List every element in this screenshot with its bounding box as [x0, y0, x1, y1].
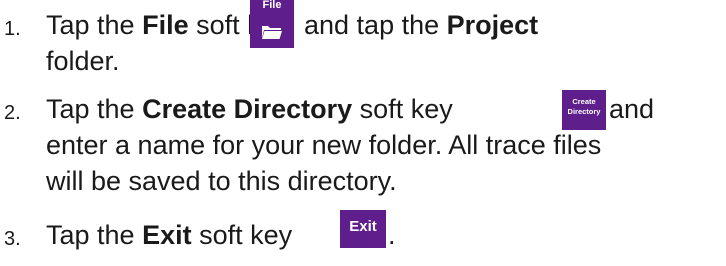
- exit-keyword: Exit: [142, 220, 192, 250]
- step-text-line2: enter a name for your new folder. All tr…: [46, 130, 602, 160]
- step-number: 2.: [4, 102, 21, 124]
- create-directory-softkey[interactable]: Create Directory: [562, 90, 606, 130]
- step-1: 1. Tap the File soft key and tap the Pro…: [0, 0, 726, 80]
- create-directory-keyword: Create Directory: [142, 94, 353, 124]
- file-softkey-label: File: [262, 0, 282, 11]
- step-text-continued: .: [388, 220, 396, 250]
- project-keyword: Project: [446, 10, 539, 40]
- step-text-continued: and tap the Project: [304, 10, 539, 40]
- step-text: Tap the Exit soft key: [46, 220, 293, 250]
- step-2: 2. Tap the Create Directory soft key and…: [0, 88, 726, 198]
- folder-icon: [262, 26, 282, 39]
- step-number: 1.: [4, 18, 21, 40]
- create-directory-softkey-label-line1: Create: [572, 97, 596, 106]
- step-number: 3.: [4, 228, 21, 250]
- step-text-line2: folder.: [46, 46, 120, 76]
- file-keyword: File: [142, 10, 189, 40]
- step-text-line3: will be saved to this directory.: [46, 166, 397, 196]
- file-softkey[interactable]: File: [250, 0, 294, 48]
- exit-softkey[interactable]: Exit: [340, 210, 386, 248]
- step-text: Tap the Create Directory soft key: [46, 94, 453, 124]
- create-directory-softkey-label-line2: Directory: [567, 107, 601, 116]
- step-text-continued: and: [609, 94, 655, 124]
